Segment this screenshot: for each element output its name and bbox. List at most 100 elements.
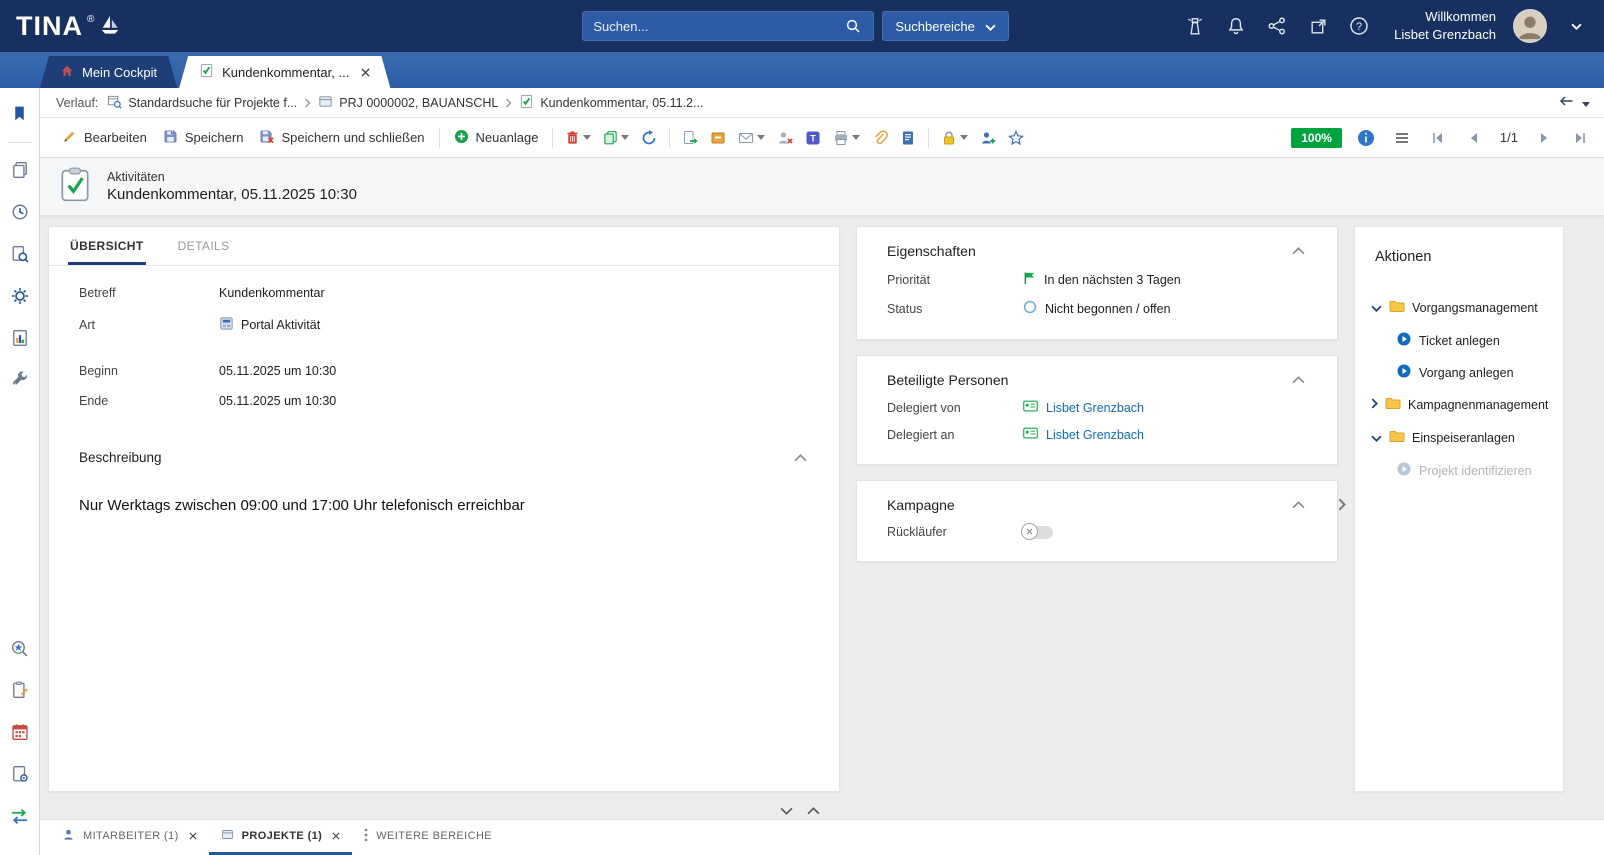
chevron-right-icon bbox=[1371, 398, 1378, 412]
close-icon[interactable] bbox=[361, 68, 370, 77]
nav-last-icon[interactable] bbox=[1568, 126, 1592, 150]
sidebar-divider bbox=[8, 142, 32, 143]
play-circle-icon-disabled bbox=[1397, 462, 1411, 479]
history-dropdown-icon[interactable] bbox=[1582, 96, 1590, 110]
action-group-einspeiseranlagen[interactable]: Einspeiseranlagen bbox=[1371, 429, 1551, 446]
info-icon[interactable] bbox=[1354, 126, 1378, 150]
tools-icon[interactable] bbox=[7, 367, 33, 393]
search-doc-icon[interactable] bbox=[7, 241, 33, 267]
bell-icon[interactable] bbox=[1224, 14, 1248, 38]
left-sidebar bbox=[0, 88, 40, 855]
tab-details[interactable]: DETAILS bbox=[176, 227, 232, 265]
report-icon[interactable] bbox=[7, 325, 33, 351]
print-button[interactable] bbox=[827, 125, 866, 151]
lighthouse-icon[interactable] bbox=[1183, 14, 1207, 38]
bottom-tab-weitere-bereiche[interactable]: WEITERE BEREICHE bbox=[352, 820, 504, 855]
search-input[interactable] bbox=[593, 19, 841, 34]
chevron-down-icon bbox=[985, 19, 996, 34]
tab-uebersicht[interactable]: ÜBERSICHT bbox=[68, 227, 146, 265]
priority-label: Priorität bbox=[887, 273, 1023, 287]
lock-button[interactable] bbox=[935, 125, 974, 151]
project-icon bbox=[221, 828, 234, 844]
email-button[interactable] bbox=[732, 125, 771, 151]
bottom-tab-projekte[interactable]: PROJEKTE (1) bbox=[209, 820, 353, 855]
teams-button[interactable]: T bbox=[799, 125, 827, 151]
action-item-label: Projekt identifizieren bbox=[1419, 464, 1532, 478]
tab-kundenkommentar[interactable]: Kundenkommentar, ... bbox=[179, 56, 390, 88]
gear-icon[interactable] bbox=[7, 283, 33, 309]
action-group-kampagnenmanagement[interactable]: Kampagnenmanagement bbox=[1371, 396, 1551, 413]
save-button[interactable]: Speichern bbox=[155, 124, 252, 152]
document-blue-button[interactable] bbox=[894, 125, 922, 151]
delete-button[interactable] bbox=[559, 125, 597, 150]
breadcrumb-item-project[interactable]: PRJ 0000002, BAUANSCHL bbox=[318, 94, 498, 112]
search-areas-button[interactable]: Suchbereiche bbox=[882, 11, 1009, 41]
open-external-icon[interactable] bbox=[1306, 14, 1330, 38]
collapse-card-icon[interactable] bbox=[1290, 374, 1307, 386]
welcome-user-name: Lisbet Grenzbach bbox=[1394, 26, 1496, 44]
breadcrumb-item-search[interactable]: Standardsuche für Projekte f... bbox=[107, 94, 297, 112]
collapse-down-icon[interactable] bbox=[780, 807, 793, 815]
delegated-to-link[interactable]: Lisbet Grenzbach bbox=[1046, 428, 1144, 442]
favorite-star-button[interactable] bbox=[1002, 125, 1030, 151]
hamburger-icon[interactable] bbox=[1390, 126, 1414, 150]
nav-next-icon[interactable] bbox=[1532, 126, 1556, 150]
zoom-badge[interactable]: 100% bbox=[1291, 128, 1342, 148]
action-ticket-anlegen[interactable]: Ticket anlegen bbox=[1397, 332, 1551, 349]
back-arrow-icon[interactable] bbox=[1558, 94, 1574, 111]
nav-first-icon[interactable] bbox=[1426, 126, 1450, 150]
close-icon[interactable] bbox=[332, 832, 340, 840]
new-record-label: Neuanlage bbox=[476, 130, 539, 145]
user-menu-chevron-icon[interactable] bbox=[1564, 14, 1588, 38]
delegated-from-link[interactable]: Lisbet Grenzbach bbox=[1046, 401, 1144, 415]
new-record-button[interactable]: Neuanlage bbox=[446, 124, 547, 152]
close-icon[interactable] bbox=[189, 832, 197, 840]
caret-down-icon bbox=[621, 135, 629, 140]
archive-button[interactable] bbox=[704, 125, 732, 151]
search-icon[interactable] bbox=[841, 14, 865, 38]
priority-row: Priorität In den nächsten 3 Tagen bbox=[887, 271, 1307, 288]
avatar[interactable] bbox=[1513, 9, 1547, 43]
activity-type-icon bbox=[219, 316, 234, 334]
bottom-tab-mitarbeiter[interactable]: MITARBEITER (1) bbox=[50, 820, 209, 855]
bookmark-icon[interactable] bbox=[7, 100, 33, 126]
bottom-tab-label: MITARBEITER (1) bbox=[83, 830, 179, 842]
star-search-icon[interactable] bbox=[7, 635, 33, 661]
tab-mein-cockpit[interactable]: Mein Cockpit bbox=[40, 56, 177, 88]
collapse-card-icon[interactable] bbox=[1290, 499, 1307, 511]
save-close-button[interactable]: Speichern und schließen bbox=[251, 124, 432, 152]
doc-gear-icon[interactable] bbox=[7, 761, 33, 787]
delegated-to-value: Lisbet Grenzbach bbox=[1023, 427, 1144, 442]
pages-icon[interactable] bbox=[7, 157, 33, 183]
refresh-button[interactable] bbox=[635, 125, 663, 151]
panel-expander-icon[interactable] bbox=[1334, 494, 1350, 518]
help-icon[interactable]: ? bbox=[1347, 14, 1371, 38]
copy-record-button[interactable] bbox=[597, 125, 635, 150]
returns-toggle[interactable] bbox=[1023, 526, 1053, 539]
task-check-icon bbox=[519, 94, 534, 112]
person-remove-button[interactable] bbox=[771, 125, 799, 151]
nav-prev-icon[interactable] bbox=[1462, 126, 1486, 150]
collapse-description-icon[interactable] bbox=[792, 452, 809, 464]
app-logo[interactable]: TINA ® bbox=[16, 13, 122, 40]
action-vorgang-anlegen[interactable]: Vorgang anlegen bbox=[1397, 364, 1551, 381]
action-group-vorgangsmanagement[interactable]: Vorgangsmanagement bbox=[1371, 299, 1551, 316]
breadcrumb-text: Kundenkommentar, 05.11.2... bbox=[540, 96, 703, 110]
folder-icon bbox=[1385, 396, 1401, 413]
breadcrumb-item-activity[interactable]: Kundenkommentar, 05.11.2... bbox=[519, 94, 703, 112]
collapse-card-icon[interactable] bbox=[1290, 245, 1307, 257]
description-header: Beschreibung bbox=[49, 424, 839, 465]
attachment-button[interactable] bbox=[866, 125, 894, 151]
history-icon[interactable] bbox=[7, 199, 33, 225]
card-title: Eigenschaften bbox=[887, 243, 976, 259]
edit-button[interactable]: Bearbeiten bbox=[54, 124, 155, 152]
forward-document-button[interactable] bbox=[676, 125, 704, 151]
calendar-icon[interactable] bbox=[7, 719, 33, 745]
person-add-button[interactable] bbox=[974, 125, 1002, 151]
share-icon[interactable] bbox=[1265, 14, 1289, 38]
search-box[interactable] bbox=[582, 11, 874, 41]
transfer-icon[interactable] bbox=[7, 803, 33, 829]
clipboard-edit-icon[interactable] bbox=[7, 677, 33, 703]
save-icon bbox=[163, 129, 178, 147]
collapse-up-icon[interactable] bbox=[807, 807, 820, 815]
